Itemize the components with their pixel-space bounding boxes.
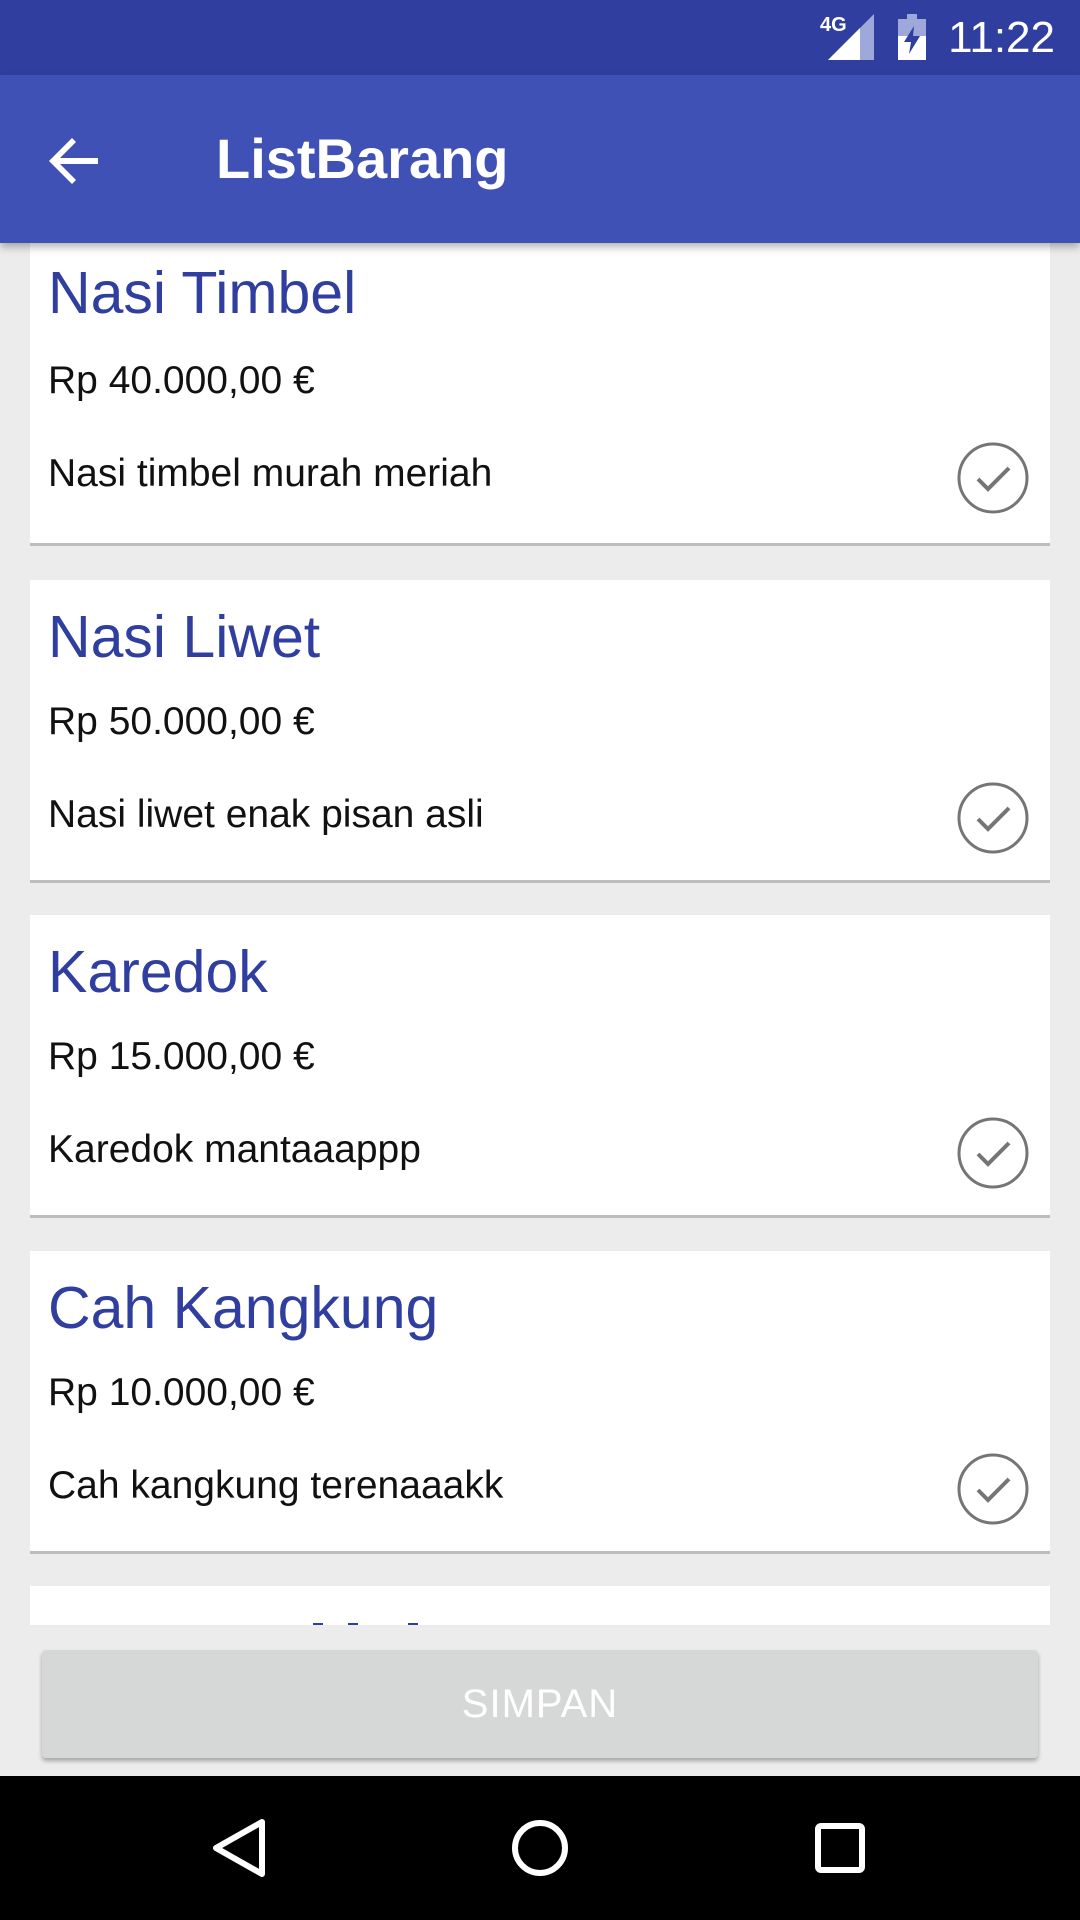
- check-circle-icon[interactable]: [956, 781, 1030, 855]
- battery-icon: [898, 14, 926, 60]
- item-description: Nasi liwet enak pisan asli: [48, 793, 484, 836]
- recents-square-icon[interactable]: [808, 1816, 872, 1880]
- arrow-back-icon[interactable]: [36, 121, 116, 201]
- save-button[interactable]: SIMPAN: [42, 1650, 1038, 1758]
- list-item[interactable]: Nasi Timbel Rp 40.000,00 € Nasi timbel m…: [30, 243, 1050, 546]
- item-description: Karedok mantaaappp: [48, 1128, 421, 1171]
- status-bar: 4G 11:22: [0, 0, 1080, 75]
- app-bar: ListBarang: [0, 75, 1080, 243]
- page-title: ListBarang: [216, 127, 509, 190]
- list-item[interactable]: Cah Kangkung Rp 10.000,00 € Cah kangkung…: [30, 1251, 1050, 1554]
- check-circle-icon[interactable]: [956, 1452, 1030, 1526]
- home-circle-icon[interactable]: [508, 1816, 572, 1880]
- list-item[interactable]: Nasi Liwet Rp 50.000,00 € Nasi liwet ena…: [30, 580, 1050, 883]
- list-item[interactable]: [30, 1586, 1050, 1625]
- item-list: Nasi Timbel Rp 40.000,00 € Nasi timbel m…: [0, 243, 1080, 1625]
- navigation-bar: [0, 1776, 1080, 1920]
- status-time: 11:22: [948, 13, 1055, 62]
- item-name-clipped: [48, 1618, 468, 1625]
- list-item[interactable]: Karedok Rp 15.000,00 € Karedok mantaaapp…: [30, 915, 1050, 1218]
- item-description: Cah kangkung terenaaakk: [48, 1464, 504, 1507]
- network-type-label: 4G: [820, 14, 847, 36]
- item-price: Rp 40.000,00 €: [48, 359, 315, 402]
- item-name: Nasi Liwet: [48, 604, 321, 670]
- item-price: Rp 50.000,00 €: [48, 700, 315, 743]
- check-circle-icon[interactable]: [956, 441, 1030, 515]
- item-description: Nasi timbel murah meriah: [48, 452, 493, 495]
- item-price: Rp 10.000,00 €: [48, 1371, 315, 1414]
- check-circle-icon[interactable]: [956, 1116, 1030, 1190]
- back-triangle-icon[interactable]: [208, 1816, 272, 1880]
- item-name: Cah Kangkung: [48, 1275, 439, 1341]
- item-price: Rp 15.000,00 €: [48, 1035, 315, 1078]
- item-name: Karedok: [48, 939, 268, 1005]
- screen: 4G 11:22 ListBarang Nasi Timbel Rp 40.00…: [0, 0, 1080, 1920]
- item-name: Nasi Timbel: [48, 260, 357, 326]
